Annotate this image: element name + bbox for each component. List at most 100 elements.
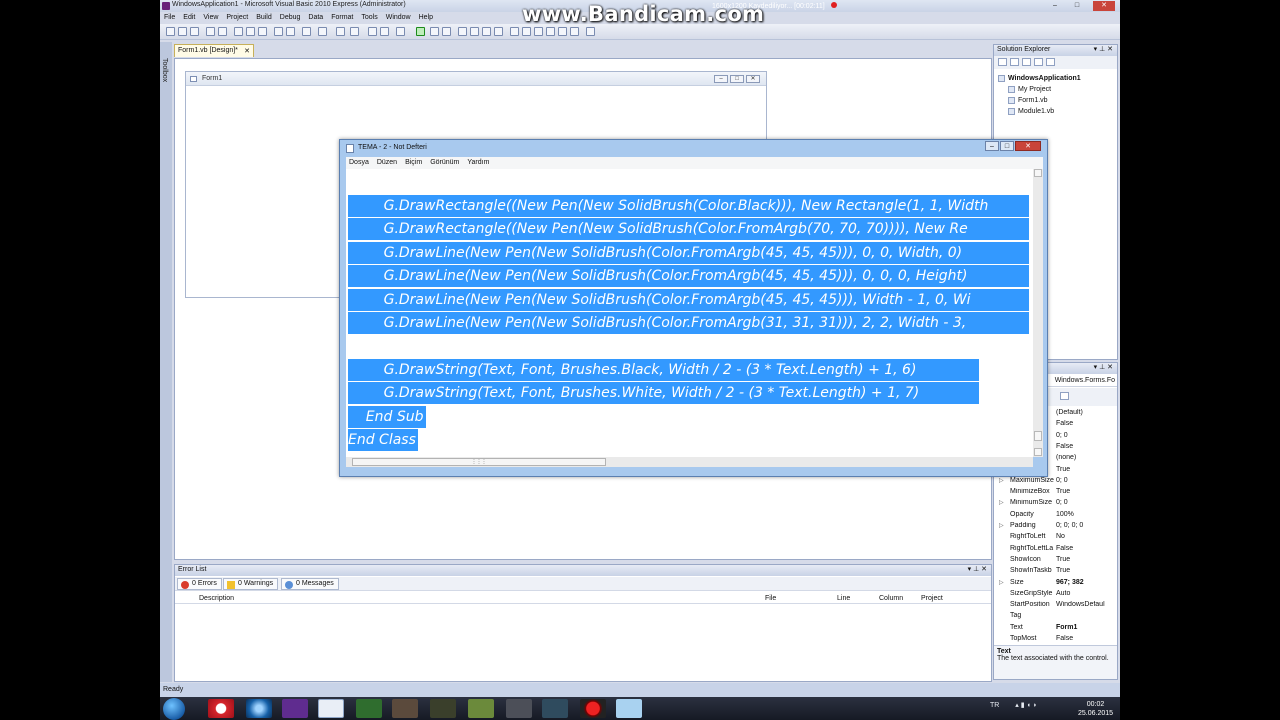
notepad-menu-dosya[interactable]: Dosya — [346, 157, 374, 166]
align-bottom-icon[interactable] — [570, 27, 579, 36]
object-browser-icon[interactable] — [482, 27, 491, 36]
messages-filter[interactable]: 0 Messages — [281, 578, 339, 590]
vs-maximize-icon[interactable]: □ — [1069, 1, 1085, 11]
property-value[interactable]: 967; 382 — [1056, 579, 1112, 586]
media-player-icon[interactable] — [246, 699, 272, 718]
tree-item-my-project[interactable]: My Project — [1008, 84, 1081, 95]
property-row[interactable]: SizeGripStyle Auto — [994, 589, 1117, 600]
properties-icon[interactable] — [470, 27, 479, 36]
expand-icon[interactable]: ▷ — [999, 499, 1004, 506]
scroll-down-icon[interactable] — [1034, 448, 1042, 456]
property-value[interactable]: True — [1056, 567, 1112, 574]
minecraft-icon[interactable] — [468, 699, 494, 718]
toolbox-strip[interactable]: Toolbox — [160, 42, 172, 682]
column-description[interactable]: Description — [199, 595, 234, 602]
notepad-close-icon[interactable]: ✕ — [1015, 141, 1041, 151]
notepad-vertical-scrollbar[interactable] — [1033, 169, 1043, 457]
property-value[interactable]: False — [1056, 545, 1112, 552]
expand-icon[interactable]: ▷ — [999, 522, 1004, 529]
new-project-icon[interactable] — [166, 27, 175, 36]
property-pages-icon[interactable] — [1060, 392, 1069, 400]
menu-help[interactable]: Help — [415, 12, 437, 23]
vs-minimize-icon[interactable]: – — [1047, 1, 1063, 11]
attach-icon[interactable] — [396, 27, 405, 36]
property-row[interactable]: RightToLeftLa False — [994, 544, 1117, 555]
property-value[interactable]: False — [1056, 443, 1112, 450]
notepad-menu-duzen[interactable]: Düzen — [374, 157, 402, 166]
panel-pin-icon[interactable]: ▾ ⊥ ✕ — [968, 565, 987, 573]
make-same-size-icon[interactable] — [586, 27, 595, 36]
notepad-menu-bicim[interactable]: Biçim — [402, 157, 427, 166]
align-right-icon[interactable] — [534, 27, 543, 36]
view-code-icon[interactable] — [1034, 58, 1043, 66]
menu-tools[interactable]: Tools — [357, 12, 381, 23]
horizontal-scroll-thumb[interactable]: ⋮⋮⋮ — [352, 458, 606, 466]
property-row[interactable]: ▷ Size 967; 382 — [994, 578, 1117, 589]
property-value[interactable]: True — [1056, 556, 1112, 563]
column-file[interactable]: File — [765, 595, 776, 602]
property-value[interactable]: 0; 0; 0; 0 — [1056, 522, 1112, 529]
taskbar-clock[interactable]: 00:02 25.06.2015 — [1078, 700, 1113, 718]
scroll-up-icon[interactable] — [1034, 169, 1042, 177]
column-line[interactable]: Line — [837, 595, 850, 602]
cut-icon[interactable] — [234, 27, 243, 36]
menu-project[interactable]: Project — [222, 12, 252, 23]
stop-icon[interactable] — [442, 27, 451, 36]
tree-item-form1[interactable]: Form1.vb — [1008, 95, 1081, 106]
property-row[interactable]: MinimizeBox True — [994, 487, 1117, 498]
property-value[interactable]: Form1 — [1056, 624, 1112, 631]
tree-item-module1[interactable]: Module1.vb — [1008, 106, 1081, 117]
toolbox-icon[interactable] — [494, 27, 503, 36]
menu-format[interactable]: Format — [327, 12, 357, 23]
navigate-forward-icon[interactable] — [350, 27, 359, 36]
menu-build[interactable]: Build — [252, 12, 276, 23]
property-value[interactable]: Auto — [1056, 590, 1112, 597]
comment-icon[interactable] — [274, 27, 283, 36]
column-project[interactable]: Project — [921, 595, 943, 602]
property-value[interactable]: 0; 0 — [1056, 477, 1112, 484]
menu-debug[interactable]: Debug — [276, 12, 305, 23]
start-button[interactable] — [163, 698, 185, 720]
menu-edit[interactable]: Edit — [179, 12, 199, 23]
show-all-files-icon[interactable] — [1010, 58, 1019, 66]
menu-data[interactable]: Data — [304, 12, 327, 23]
warnings-filter[interactable]: 0 Warnings — [223, 578, 279, 590]
undo-icon[interactable] — [302, 27, 311, 36]
close-tab-icon[interactable]: ✕ — [244, 47, 250, 55]
property-value[interactable]: False — [1056, 635, 1112, 642]
properties-tool-icon[interactable] — [998, 58, 1007, 66]
column-column[interactable]: Column — [879, 595, 903, 602]
property-row[interactable]: ShowIcon True — [994, 555, 1117, 566]
tool-icon[interactable] — [506, 699, 532, 718]
notepad-menu-yardim[interactable]: Yardım — [464, 157, 494, 166]
property-row[interactable]: TopMost False — [994, 634, 1117, 645]
view-designer-icon[interactable] — [1046, 58, 1055, 66]
copy-icon[interactable] — [246, 27, 255, 36]
notepad-text-area[interactable]: G.DrawRectangle((New Pen(New SolidBrush(… — [346, 169, 1033, 457]
find-icon[interactable] — [368, 27, 377, 36]
property-value[interactable]: (none) — [1056, 454, 1112, 461]
shortcut-icon[interactable] — [430, 699, 456, 718]
property-row[interactable]: Opacity 100% — [994, 510, 1117, 521]
opera-icon[interactable] — [208, 699, 234, 718]
property-row[interactable]: ShowInTaskb True — [994, 566, 1117, 577]
record-icon[interactable] — [830, 2, 837, 8]
menu-file[interactable]: File — [160, 12, 179, 23]
property-row[interactable]: RightToLeft No — [994, 532, 1117, 543]
align-center-icon[interactable] — [522, 27, 531, 36]
notepad-menu-gorunum[interactable]: Görünüm — [427, 157, 464, 166]
property-value[interactable]: (Default) — [1056, 409, 1112, 416]
panel-pin-icon[interactable]: ▾ ⊥ ✕ — [1094, 45, 1113, 53]
tree-item-project[interactable]: WindowsApplication1 — [998, 73, 1081, 84]
form-designer-icon[interactable] — [318, 699, 344, 718]
game-icon[interactable] — [392, 699, 418, 718]
language-indicator[interactable]: TR — [990, 702, 999, 709]
align-top-icon[interactable] — [546, 27, 555, 36]
property-row[interactable]: Tag — [994, 611, 1117, 622]
property-value[interactable]: False — [1056, 420, 1112, 427]
save-icon[interactable] — [206, 27, 215, 36]
add-item-icon[interactable] — [178, 27, 187, 36]
notepad-maximize-icon[interactable]: □ — [1000, 141, 1014, 151]
uncomment-icon[interactable] — [286, 27, 295, 36]
navigate-backward-icon[interactable] — [336, 27, 345, 36]
